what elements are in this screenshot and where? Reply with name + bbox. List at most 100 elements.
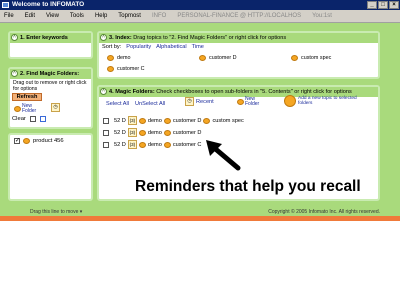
maximize-button[interactable]: □	[378, 1, 388, 9]
menu-file[interactable]: File	[4, 13, 14, 19]
index-item-label: customer C	[117, 66, 145, 72]
folder-icon	[163, 129, 171, 136]
menu-help[interactable]: Help	[95, 13, 107, 19]
folder-icon	[291, 55, 298, 61]
add-topic-icon	[284, 95, 296, 107]
keywords-panel-header[interactable]: ˄ 1. Enter keywords	[10, 33, 91, 43]
folder-icon	[163, 117, 171, 124]
footer-bar: Drag this line to move ▾ Copyright © 200…	[0, 209, 400, 216]
magic-folders-title: 4. Magic Folders:	[109, 89, 155, 95]
clock-icon: ◷	[185, 97, 194, 106]
index-panel: ˄ 3. Index: Drag topics to "2. Find Magi…	[97, 31, 380, 79]
refresh-button[interactable]: Refresh	[12, 93, 42, 101]
row-tag[interactable]: demo	[148, 118, 162, 124]
annotation-arrow	[206, 140, 241, 171]
folder-icon	[199, 55, 206, 61]
calendar-icon: (3)	[127, 128, 137, 137]
product-panel: product 456	[8, 133, 93, 201]
chevron-up-icon[interactable]: ˄	[100, 88, 107, 95]
row-checkbox[interactable]	[103, 141, 109, 148]
new-folder-button[interactable]: New Folder	[237, 97, 263, 107]
row-date: 52 D	[114, 141, 126, 148]
bottom-accent-bar	[0, 216, 400, 221]
sort-alphabetical[interactable]: Alphabetical	[156, 44, 186, 50]
product-item[interactable]: product 456	[14, 138, 64, 144]
clear-checkbox-1[interactable]	[29, 116, 36, 122]
index-item[interactable]: customer D	[199, 55, 237, 61]
product-label: product 456	[33, 138, 64, 144]
row-date: 52 D	[114, 129, 126, 136]
row-tag[interactable]: demo	[148, 130, 162, 136]
menu-tools[interactable]: Tools	[70, 13, 84, 19]
menu-edit[interactable]: Edit	[25, 13, 35, 19]
new-folder-label: New Folder	[22, 103, 37, 114]
clear-label[interactable]: Clear	[12, 116, 26, 122]
index-item-label: custom spec	[301, 55, 332, 61]
chevron-up-icon[interactable]: ˄	[11, 34, 18, 41]
recent-button[interactable]: ◷ Recent	[185, 97, 214, 106]
folder-row[interactable]: 52 D (3) demo customer D custom spec	[103, 116, 244, 125]
folder-row[interactable]: 52 D (3) demo customer D	[103, 128, 201, 137]
drag-handle-label[interactable]: Drag this line to move ▾	[30, 209, 82, 215]
folder-icon	[138, 129, 146, 136]
sort-popularity[interactable]: Popularity	[126, 44, 151, 50]
menu-topmost[interactable]: Topmost	[118, 13, 141, 19]
find-folders-hint: Drag out to remove or right click for op…	[13, 80, 87, 92]
keywords-input[interactable]	[12, 45, 89, 55]
index-panel-subtitle: Drag topics to "2. Find Magic Folders" o…	[133, 35, 287, 41]
recent-label: Recent	[196, 98, 214, 105]
window-titlebar: Welcome to INFOMATO _ □ ×	[0, 0, 400, 10]
row-tag[interactable]: demo	[148, 142, 162, 148]
folder-icon	[23, 138, 30, 144]
sort-by-label: Sort by:	[102, 44, 122, 50]
row-tag[interactable]: customer D	[173, 118, 202, 124]
index-item-label: customer D	[209, 55, 237, 61]
menu-bar: File Edit View Tools Help Topmost INFO P…	[0, 10, 400, 23]
window-title: Welcome to INFOMATO	[12, 1, 85, 8]
unselect-all-link[interactable]: UnSelect All	[135, 101, 165, 107]
index-item[interactable]: demo	[107, 55, 131, 61]
chevron-up-icon[interactable]: ˄	[100, 34, 107, 41]
find-folders-header[interactable]: ˄ 2. Find Magic Folders:	[10, 69, 91, 79]
product-checkbox[interactable]	[14, 138, 20, 144]
row-tag[interactable]: customer D	[173, 130, 202, 136]
menu-info[interactable]: INFO	[152, 13, 166, 19]
menu-view[interactable]: View	[46, 13, 59, 19]
minimize-button[interactable]: _	[367, 1, 377, 9]
app-icon	[2, 2, 9, 8]
folder-icon	[138, 117, 146, 124]
folder-icon	[138, 141, 146, 148]
add-topic-button[interactable]: Add a new topic to selected folders	[284, 95, 368, 107]
index-panel-header[interactable]: ˄ 3. Index: Drag topics to "2. Find Magi…	[99, 33, 378, 43]
close-button[interactable]: ×	[389, 1, 399, 9]
folder-row[interactable]: 52 D (3) demo customer C	[103, 140, 201, 149]
index-item[interactable]: custom spec	[291, 55, 331, 61]
folder-icon	[237, 99, 244, 105]
folder-icon	[163, 141, 171, 148]
menu-url: PERSONAL-FINANCE @ HTTP://LOCALHOS	[177, 13, 302, 19]
new-folder-label: New Folder	[245, 96, 260, 107]
row-checkbox[interactable]	[103, 117, 109, 124]
menu-user: You:1st	[312, 13, 332, 19]
row-checkbox[interactable]	[103, 129, 109, 136]
calendar-icon[interactable]: ◷	[51, 103, 60, 112]
folder-icon	[14, 106, 21, 112]
find-folders-panel: ˄ 2. Find Magic Folders: Drag out to rem…	[8, 67, 93, 129]
copyright-text: Copyright © 2005 Infomato Inc. All right…	[268, 209, 380, 215]
folder-icon	[107, 66, 114, 72]
keywords-panel-title: 1. Enter keywords	[20, 35, 68, 41]
annotation-caption: Reminders that help you recall	[135, 178, 361, 195]
calendar-icon: (3)	[127, 140, 137, 149]
add-topic-label: Add a new topic to selected folders	[298, 96, 357, 106]
new-folder-button[interactable]: New Folder	[14, 104, 40, 114]
clear-checkbox-2[interactable]	[39, 116, 46, 122]
index-item[interactable]: customer C	[107, 66, 145, 72]
find-folders-title: 2. Find Magic Folders:	[20, 71, 80, 77]
index-item-label: demo	[117, 55, 131, 61]
keywords-panel: ˄ 1. Enter keywords	[8, 31, 93, 59]
select-all-link[interactable]: Select All	[106, 101, 129, 107]
row-date: 52 D	[114, 117, 126, 124]
sort-time[interactable]: Time	[192, 44, 204, 50]
row-tag[interactable]: custom spec	[212, 118, 243, 124]
chevron-up-icon[interactable]: ˄	[11, 70, 18, 77]
